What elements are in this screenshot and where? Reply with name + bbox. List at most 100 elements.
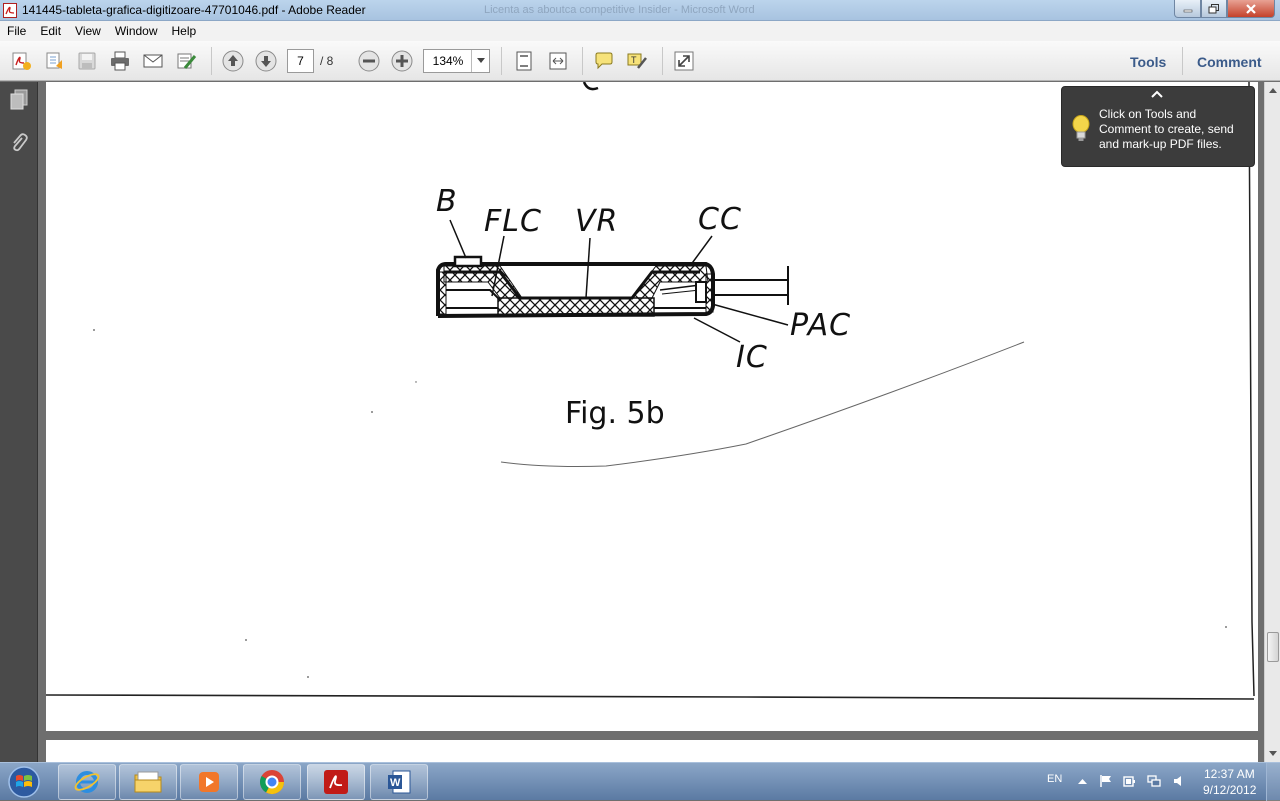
scroll-down-button[interactable] [1265, 746, 1280, 762]
label-vr: VR [575, 204, 619, 239]
zoom-out-button[interactable] [358, 50, 380, 72]
email-icon [143, 54, 163, 68]
menu-bar: File Edit View Window Help [0, 21, 1280, 41]
label-cc: CC [698, 202, 742, 237]
taskbar-chrome[interactable] [243, 764, 301, 800]
word-icon: W [388, 770, 411, 794]
collapse-caret-icon[interactable] [1150, 89, 1164, 99]
start-button[interactable] [6, 765, 42, 799]
expand-button[interactable] [673, 50, 695, 72]
open-file-icon [46, 52, 62, 69]
network-tray[interactable] [1147, 774, 1161, 788]
arrow-down-icon [255, 50, 277, 72]
folder-icon [134, 771, 162, 793]
save-icon [78, 52, 96, 70]
menu-edit[interactable]: Edit [33, 21, 68, 41]
background-window-title: Licenta as aboutca competitive Insider -… [484, 4, 755, 16]
chevron-down-icon [476, 58, 485, 63]
fit-page-button[interactable] [513, 50, 535, 72]
taskbar-adobe-reader[interactable] [307, 764, 365, 800]
clock-time[interactable]: 12:37 AM [1204, 767, 1255, 781]
fit-width-button[interactable] [547, 50, 569, 72]
edit-form-icon [177, 53, 197, 69]
chrome-icon [259, 770, 284, 795]
close-button[interactable] [1227, 0, 1275, 18]
volume-tray[interactable] [1172, 774, 1186, 788]
tooltip-text: Click on Tools and Comment to create, se… [1099, 107, 1234, 151]
next-page-button[interactable] [255, 50, 277, 72]
menu-window[interactable]: Window [108, 21, 165, 41]
tools-tooltip: Click on Tools and Comment to create, se… [1061, 86, 1255, 167]
zoom-dropdown-button[interactable] [471, 50, 489, 72]
chevron-up-icon [1077, 778, 1087, 784]
action-center-tray[interactable] [1099, 774, 1113, 788]
taskbar: W EN 12:37 AM 9/12/2012 [0, 762, 1280, 801]
pages-icon [10, 89, 28, 110]
fit-width-icon [549, 52, 567, 70]
taskbar-word[interactable]: W [370, 764, 428, 800]
highlight-icon: T [627, 53, 647, 69]
menu-view[interactable]: View [68, 21, 108, 41]
close-icon [1246, 3, 1256, 14]
comment-pane-button[interactable]: Comment [1197, 54, 1262, 70]
show-hidden-icons-button[interactable] [1075, 774, 1089, 788]
show-desktop-button[interactable] [1266, 763, 1280, 801]
svg-text:T: T [631, 55, 637, 65]
previous-page-button[interactable] [222, 50, 244, 72]
network-icon [1147, 775, 1161, 787]
print-button[interactable] [109, 50, 131, 72]
label-ic: IC [736, 340, 768, 375]
vertical-scrollbar[interactable] [1264, 82, 1280, 762]
navigation-pane [0, 82, 38, 762]
comment-bubble-icon [595, 52, 613, 70]
open-button[interactable] [43, 50, 65, 72]
highlight-text-button[interactable]: T [626, 50, 648, 72]
tools-pane-button[interactable]: Tools [1130, 54, 1166, 70]
save-button[interactable] [76, 50, 98, 72]
label-flc: FLC [484, 204, 542, 239]
zoom-in-button[interactable] [391, 50, 413, 72]
title-bar: 141445-tableta-grafica-digitizoare-47701… [0, 0, 1280, 21]
create-pdf-icon [12, 52, 31, 70]
battery-plug-icon [1123, 776, 1135, 787]
language-indicator[interactable]: EN [1047, 773, 1062, 785]
pdf-file-icon [3, 3, 17, 18]
minus-icon [358, 50, 380, 72]
attachments-button[interactable] [8, 131, 30, 155]
restore-button[interactable] [1201, 0, 1227, 18]
email-button[interactable] [142, 50, 164, 72]
sticky-note-button[interactable] [593, 50, 615, 72]
toolbar: T [0, 41, 1280, 81]
menu-help[interactable]: Help [165, 21, 204, 41]
edit-file-button[interactable] [175, 50, 197, 72]
create-button[interactable] [10, 50, 32, 72]
menu-file[interactable]: File [0, 21, 33, 41]
power-tray[interactable] [1122, 774, 1136, 788]
taskbar-internet-explorer[interactable] [58, 764, 116, 800]
flag-icon [1100, 775, 1111, 787]
window-title: 141445-tableta-grafica-digitizoare-47701… [22, 3, 366, 17]
page-thumbnails-button[interactable] [8, 88, 30, 112]
page-number-input[interactable] [287, 49, 314, 73]
zoom-select[interactable] [423, 49, 490, 73]
scroll-up-button[interactable] [1265, 82, 1280, 98]
page-total: / 8 [320, 54, 334, 68]
paperclip-icon [13, 133, 28, 152]
chevron-up-icon [1269, 88, 1277, 93]
taskbar-explorer[interactable] [119, 764, 177, 800]
label-pac: PAC [790, 308, 852, 343]
pdf-page-next [46, 740, 1258, 762]
lightbulb-icon [1072, 115, 1090, 141]
svg-text:W: W [390, 777, 401, 789]
clock-date[interactable]: 9/12/2012 [1203, 783, 1256, 797]
chevron-down-icon [1269, 751, 1277, 756]
zoom-input[interactable] [425, 51, 471, 71]
minimize-button[interactable] [1174, 0, 1201, 18]
media-player-icon [199, 772, 219, 792]
scroll-thumb[interactable] [1267, 632, 1279, 662]
minimize-icon [1183, 9, 1192, 12]
taskbar-media-player[interactable] [180, 764, 238, 800]
expand-icon [674, 51, 694, 71]
adobe-reader-icon [324, 770, 348, 794]
internet-explorer-icon [74, 771, 100, 793]
